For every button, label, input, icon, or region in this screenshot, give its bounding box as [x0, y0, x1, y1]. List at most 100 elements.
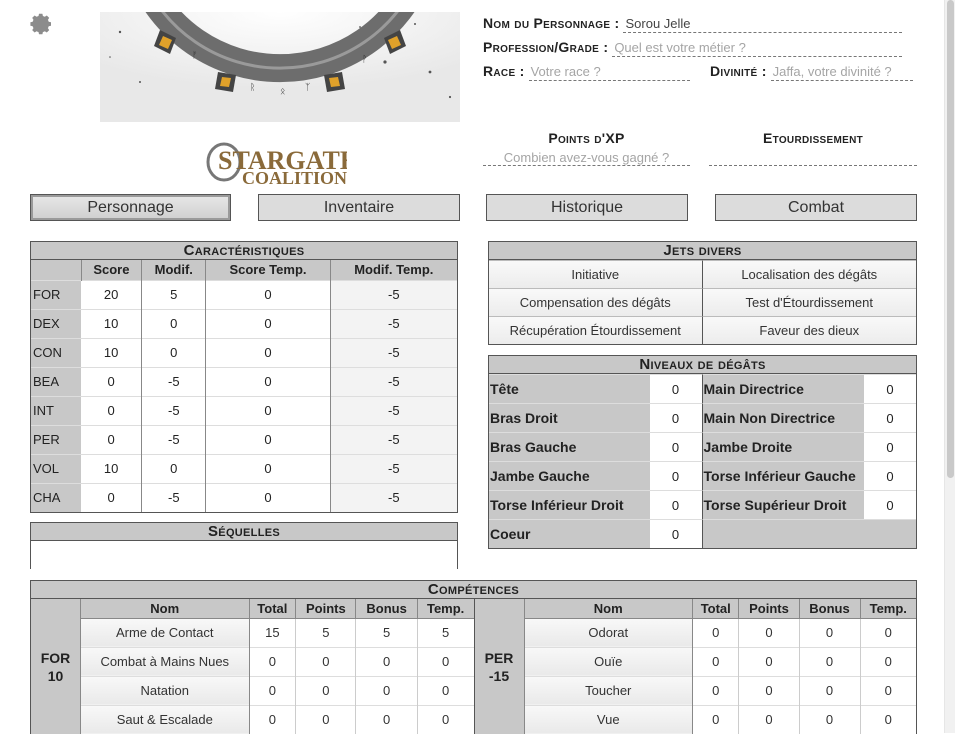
competences-table: Nom Total Points Bonus Temp. Arme de Contact 1… — [81, 599, 474, 734]
tab-historique[interactable]: Historique — [486, 194, 688, 221]
carac-score-temp-input[interactable]: 0 — [205, 308, 331, 338]
competence-total: 0 — [692, 675, 740, 705]
svg-text:ᚹ: ᚹ — [362, 54, 367, 65]
competence-temp-input[interactable]: 0 — [860, 646, 916, 676]
competence-points-input[interactable]: 5 — [295, 617, 357, 647]
carac-modif: 0 — [141, 453, 207, 483]
degat-value-input[interactable]: 0 — [864, 462, 916, 490]
competence-bonus-input[interactable]: 0 — [355, 704, 418, 734]
competence-name-button[interactable]: Odorat — [524, 617, 693, 647]
jet-button[interactable]: Récupération Étourdissement — [489, 316, 703, 344]
competence-row: Toucher 0 0 0 0 — [524, 675, 916, 705]
competences-header-row: Nom Total Points Bonus Temp. — [81, 599, 474, 619]
competence-temp-input[interactable]: 0 — [860, 704, 916, 734]
carac-score-temp-input[interactable]: 0 — [205, 453, 331, 483]
carac-score-input[interactable]: 10 — [81, 308, 143, 338]
carac-score-input[interactable]: 0 — [81, 424, 143, 454]
competence-bonus-input[interactable]: 5 — [355, 617, 418, 647]
competence-temp-input[interactable]: 0 — [860, 617, 916, 647]
carac-score-temp-input[interactable]: 0 — [205, 279, 331, 309]
tab-personnage[interactable]: Personnage — [30, 194, 231, 221]
competence-points-input[interactable]: 0 — [295, 646, 357, 676]
degat-value-input[interactable]: 0 — [649, 491, 702, 519]
degat-cell: Torse Inférieur Droit 0 — [489, 490, 703, 519]
competence-bonus-input[interactable]: 0 — [799, 617, 861, 647]
nom-input[interactable]: Sorou Jelle — [623, 16, 903, 33]
tab-inventaire[interactable]: Inventaire — [258, 194, 460, 221]
competence-name-button[interactable]: Ouïe — [524, 646, 693, 676]
scrollbar[interactable] — [944, 0, 955, 733]
stargate-coalition-logo: STARGATE COALITION — [206, 142, 347, 188]
competence-temp-input[interactable]: 0 — [417, 646, 474, 676]
carac-score-input[interactable]: 20 — [81, 279, 143, 309]
caracteristiques-title: Caractéristiques — [31, 242, 457, 260]
caracteristiques-table: Score Modif. Score Temp. Modif. Temp. FO… — [31, 260, 457, 512]
competence-bonus-input[interactable]: 0 — [799, 675, 861, 705]
degat-value-input[interactable]: 0 — [864, 375, 916, 403]
competence-name-button[interactable]: Vue — [524, 704, 693, 734]
competence-temp-input[interactable]: 0 — [417, 675, 474, 705]
scrollbar-thumb[interactable] — [947, 0, 954, 478]
competence-name-button[interactable]: Arme de Contact — [81, 617, 250, 647]
jet-button[interactable]: Initiative — [489, 260, 703, 288]
carac-score-input[interactable]: 0 — [81, 395, 143, 425]
jet-button[interactable]: Test d'Étourdissement — [702, 288, 916, 316]
jet-button[interactable]: Localisation des dégâts — [702, 260, 916, 288]
profession-input[interactable]: Quel est votre métier ? — [612, 40, 903, 57]
degat-value-input[interactable]: 0 — [649, 404, 702, 432]
carac-score-input[interactable]: 10 — [81, 337, 143, 367]
divinite-input[interactable]: Jaffa, votre divinité ? — [770, 64, 913, 81]
carac-score-temp-input[interactable]: 0 — [205, 424, 331, 454]
competence-row: Arme de Contact 15 5 5 5 — [81, 617, 474, 647]
character-sheet: ᚠ ᚱ ᛟ ᛉ ᚹ STARGATE COALITION Nom du Personn… — [22, 0, 944, 734]
competence-bonus-input[interactable]: 0 — [799, 704, 861, 734]
carac-score-input[interactable]: 0 — [81, 482, 143, 512]
etourdissement-input[interactable] — [709, 150, 917, 166]
degat-value-input[interactable]: 0 — [649, 375, 702, 403]
competence-row: Saut & Escalade 0 0 0 0 — [81, 704, 474, 734]
competence-name-button[interactable]: Saut & Escalade — [81, 704, 250, 734]
competence-name-button[interactable]: Toucher — [524, 675, 693, 705]
competence-temp-input[interactable]: 0 — [860, 675, 916, 705]
competence-bonus-input[interactable]: 0 — [355, 646, 418, 676]
carac-score-temp-input[interactable]: 0 — [205, 395, 331, 425]
carac-modif: 5 — [141, 279, 207, 309]
competence-header: Nom — [524, 599, 693, 619]
race-row: Race : Votre race ? — [483, 63, 690, 81]
competence-temp-input[interactable]: 0 — [417, 704, 474, 734]
competence-points-input[interactable]: 0 — [738, 704, 800, 734]
carac-score-input[interactable]: 0 — [81, 366, 143, 396]
competence-temp-input[interactable]: 5 — [417, 617, 474, 647]
carac-score-input[interactable]: 10 — [81, 453, 143, 483]
degat-value-input[interactable]: 0 — [649, 433, 702, 461]
competence-points-input[interactable]: 0 — [738, 646, 800, 676]
competence-attribute: FOR 10 — [31, 599, 81, 734]
competence-points-input[interactable]: 0 — [738, 617, 800, 647]
competence-name-button[interactable]: Natation — [81, 675, 250, 705]
competence-bonus-input[interactable]: 0 — [355, 675, 418, 705]
sequelles-textarea[interactable] — [31, 541, 457, 569]
race-input[interactable]: Votre race ? — [528, 64, 690, 81]
degat-label: Bras Droit — [489, 404, 650, 432]
competence-points-input[interactable]: 0 — [738, 675, 800, 705]
degat-value-input[interactable]: 0 — [649, 520, 702, 548]
competence-points-input[interactable]: 0 — [295, 704, 357, 734]
nom-row: Nom du Personnage : Sorou Jelle — [483, 15, 903, 33]
degat-value-input[interactable]: 0 — [864, 491, 916, 519]
degat-value-input[interactable]: 0 — [649, 462, 702, 490]
competence-total: 0 — [692, 617, 740, 647]
jet-button[interactable]: Compensation des dégâts — [489, 288, 703, 316]
carac-score-temp-input[interactable]: 0 — [205, 482, 331, 512]
competence-row: Ouïe 0 0 0 0 — [524, 646, 916, 676]
degat-value-input[interactable]: 0 — [864, 404, 916, 432]
carac-score-temp-input[interactable]: 0 — [205, 366, 331, 396]
tab-combat[interactable]: Combat — [715, 194, 917, 221]
carac-score-temp-input[interactable]: 0 — [205, 337, 331, 367]
competence-bonus-input[interactable]: 0 — [799, 646, 861, 676]
competence-name-button[interactable]: Combat à Mains Nues — [81, 646, 250, 676]
competence-points-input[interactable]: 0 — [295, 675, 357, 705]
degat-value-input[interactable]: 0 — [864, 433, 916, 461]
jet-button[interactable]: Faveur des dieux — [702, 316, 916, 344]
xp-input[interactable]: Combien avez-vous gagné ? — [483, 150, 690, 166]
gear-icon[interactable] — [30, 12, 54, 36]
